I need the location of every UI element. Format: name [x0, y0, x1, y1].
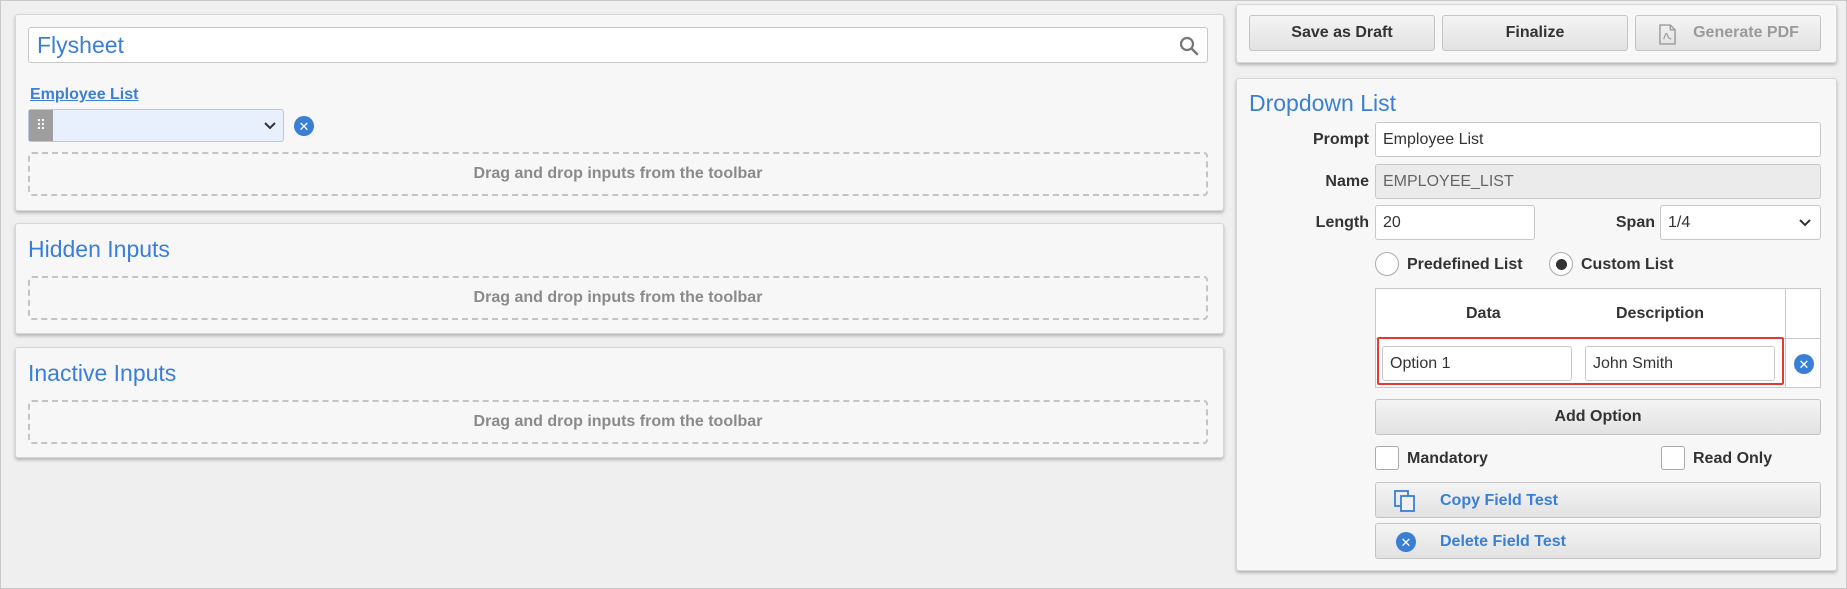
- inactive-inputs-title: Inactive Inputs: [28, 360, 177, 386]
- delete-icon: ✕: [1396, 532, 1416, 552]
- form-panel: Flysheet Employee List ⠿ ✕ Drag and drop…: [15, 14, 1224, 211]
- remove-option-icon[interactable]: ✕: [1794, 354, 1814, 374]
- save-draft-label: Save as Draft: [1291, 24, 1393, 41]
- form-dropzone-text: Drag and drop inputs from the toolbar: [473, 165, 763, 182]
- remove-field-icon[interactable]: ✕: [294, 116, 314, 136]
- data-column-header: Data: [1466, 305, 1501, 322]
- read-only-label: Read Only: [1693, 450, 1773, 467]
- hidden-inputs-title: Hidden Inputs: [28, 236, 170, 262]
- read-only-checkbox[interactable]: [1661, 446, 1685, 470]
- prompt-value: Employee List: [1383, 131, 1484, 148]
- span-select[interactable]: 1/4: [1660, 205, 1821, 240]
- name-input: EMPLOYEE_LIST: [1375, 164, 1821, 199]
- length-label: Length: [1315, 214, 1369, 231]
- chevron-down-icon: [264, 122, 276, 130]
- predefined-list-radio[interactable]: [1375, 252, 1399, 276]
- hidden-inputs-dropzone-text: Drag and drop inputs from the toolbar: [473, 289, 763, 306]
- search-icon[interactable]: [1179, 36, 1199, 56]
- chevron-down-icon: [1799, 219, 1811, 227]
- copy-icon: [1394, 490, 1415, 512]
- delete-field-label: Delete Field Test: [1440, 533, 1566, 550]
- highlight-box: [1377, 337, 1784, 385]
- inactive-inputs-panel: Inactive Inputs Drag and drop inputs fro…: [15, 347, 1224, 458]
- length-value: 20: [1383, 214, 1401, 231]
- finalize-label: Finalize: [1505, 24, 1565, 41]
- options-table-header-row: Data Description: [1376, 289, 1820, 339]
- add-option-label: Add Option: [1554, 408, 1642, 425]
- prompt-label: Prompt: [1313, 131, 1369, 148]
- predefined-list-label: Predefined List: [1407, 256, 1523, 273]
- employee-list-select[interactable]: ⠿: [28, 109, 284, 142]
- span-value: 1/4: [1668, 214, 1691, 231]
- span-label: Span: [1615, 214, 1655, 231]
- delete-field-button[interactable]: ✕ Delete Field Test: [1375, 523, 1821, 559]
- generate-pdf-button[interactable]: Generate PDF: [1635, 15, 1821, 51]
- add-option-button[interactable]: Add Option: [1375, 399, 1821, 435]
- pdf-icon: [1659, 24, 1676, 45]
- drag-handle-icon[interactable]: ⠿: [29, 110, 53, 141]
- inactive-inputs-dropzone-text: Drag and drop inputs from the toolbar: [473, 413, 763, 430]
- save-draft-button[interactable]: Save as Draft: [1249, 15, 1435, 51]
- mandatory-label: Mandatory: [1407, 450, 1488, 467]
- name-label: Name: [1325, 173, 1369, 190]
- form-title-text: Flysheet: [37, 32, 124, 58]
- properties-title: Dropdown List: [1249, 90, 1397, 116]
- form-dropzone[interactable]: Drag and drop inputs from the toolbar: [28, 152, 1208, 196]
- form-title-input[interactable]: Flysheet: [28, 27, 1208, 63]
- prompt-input[interactable]: Employee List: [1375, 122, 1821, 157]
- mandatory-checkbox[interactable]: [1375, 446, 1399, 470]
- employee-list-field-label[interactable]: Employee List: [30, 86, 138, 104]
- hidden-inputs-panel: Hidden Inputs Drag and drop inputs from …: [15, 223, 1224, 334]
- inactive-inputs-dropzone[interactable]: Drag and drop inputs from the toolbar: [28, 400, 1208, 444]
- description-column-header: Description: [1616, 305, 1705, 322]
- name-value: EMPLOYEE_LIST: [1383, 173, 1514, 190]
- length-input[interactable]: 20: [1375, 205, 1535, 240]
- hidden-inputs-dropzone[interactable]: Drag and drop inputs from the toolbar: [28, 276, 1208, 320]
- generate-pdf-label: Generate PDF: [1693, 24, 1799, 41]
- copy-field-label: Copy Field Test: [1440, 492, 1558, 509]
- finalize-button[interactable]: Finalize: [1442, 15, 1628, 51]
- copy-field-button[interactable]: Copy Field Test: [1375, 482, 1821, 518]
- custom-list-radio[interactable]: [1549, 252, 1573, 276]
- custom-list-label: Custom List: [1581, 256, 1674, 273]
